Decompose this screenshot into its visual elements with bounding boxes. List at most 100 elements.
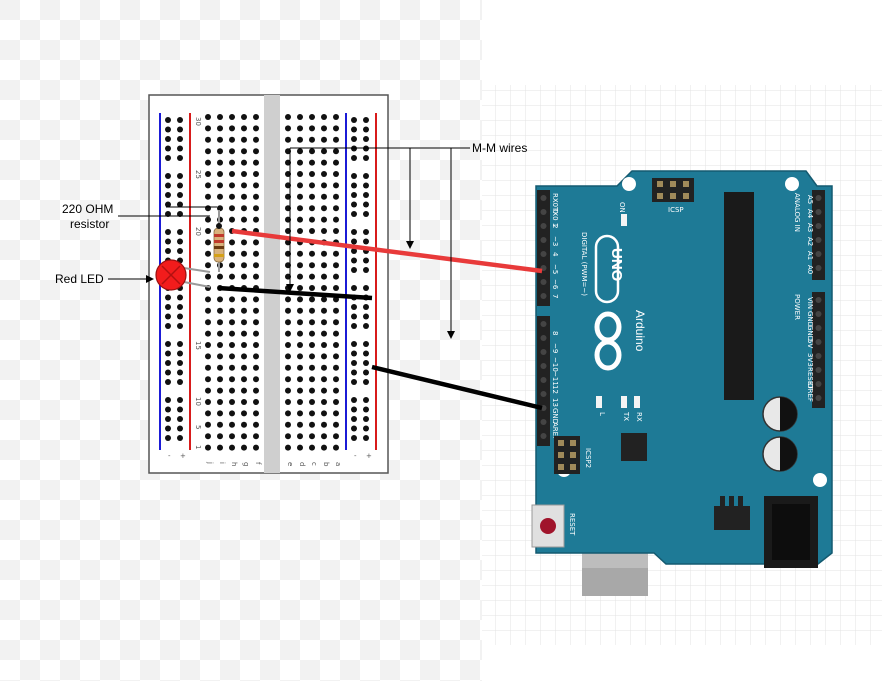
- breadboard-hole: [297, 376, 303, 383]
- breadboard-hole: [333, 307, 339, 314]
- breadboard-hole: [253, 410, 259, 417]
- col-letter-g: g: [242, 462, 250, 466]
- breadboard-hole: [309, 182, 315, 189]
- rail-hole: [165, 182, 171, 189]
- header-pin: [815, 237, 822, 243]
- breadboard-hole: [321, 444, 327, 451]
- rail-hole: [351, 435, 357, 441]
- on-label: ON: [618, 202, 626, 213]
- breadboard-hole: [241, 182, 247, 189]
- breadboard-hole: [229, 444, 235, 451]
- breadboard-hole: [285, 114, 291, 120]
- col-letter-c: c: [310, 462, 318, 466]
- rail-hole: [351, 323, 357, 329]
- header-pin: [815, 395, 822, 401]
- rail-hole: [351, 360, 357, 366]
- rail-hole: [165, 323, 171, 329]
- rail-hole: [177, 425, 183, 432]
- header-pin: [815, 209, 822, 215]
- rail-hole: [363, 416, 369, 422]
- breadboard-hole: [321, 307, 327, 314]
- analog-pin-label: A5: [806, 195, 814, 204]
- breadboard-hole: [297, 148, 303, 155]
- breadboard-hole: [333, 216, 339, 223]
- breadboard-hole: [229, 273, 235, 280]
- breadboard-hole: [205, 250, 211, 257]
- rail-hole: [177, 117, 183, 123]
- breadboard: 30 25 20 15 10 5 1 j i h g f e d c b a -…: [148, 94, 389, 474]
- rail-hole: [363, 313, 369, 320]
- breadboard-hole: [205, 433, 211, 440]
- header-pin: [540, 363, 547, 369]
- breadboard-hole: [205, 444, 211, 451]
- breadboard-hole: [229, 159, 235, 166]
- breadboard-hole: [333, 159, 339, 166]
- pin-label: 4: [551, 252, 559, 257]
- breadboard-hole: [241, 387, 247, 394]
- icsp-label: ICSP: [668, 206, 684, 214]
- rail-hole: [165, 416, 171, 422]
- row-number-10: 10: [194, 397, 202, 406]
- breadboard-hole: [205, 193, 211, 200]
- breadboard-hole: [297, 433, 303, 440]
- breadboard-hole: [285, 399, 291, 405]
- breadboard-hole: [321, 159, 327, 166]
- breadboard-hole: [285, 433, 291, 440]
- breadboard-hole: [309, 342, 315, 348]
- breadboard-hole: [229, 307, 235, 314]
- rail-hole: [363, 173, 369, 179]
- rail-hole: [351, 341, 357, 347]
- pin-label: ~10: [551, 357, 559, 372]
- breadboard-hole: [229, 421, 235, 428]
- rail-hole: [165, 248, 171, 254]
- rail-hole: [165, 350, 171, 357]
- rail-hole: [351, 416, 357, 422]
- reset-button-cap[interactable]: [540, 518, 556, 534]
- breadboard-hole: [309, 364, 315, 371]
- header-pin: [540, 349, 547, 355]
- breadboard-hole: [229, 250, 235, 257]
- rail-hole: [363, 323, 369, 329]
- rail-hole: [177, 360, 183, 366]
- breadboard-hole: [297, 410, 303, 417]
- breadboard-hole: [333, 205, 339, 212]
- rail-hole: [363, 192, 369, 198]
- header-pin: [815, 311, 822, 317]
- breadboard-hole: [241, 342, 247, 348]
- breadboard-hole: [253, 148, 259, 155]
- breadboard-hole: [333, 399, 339, 405]
- on-led: [621, 214, 627, 226]
- breadboard-hole: [321, 125, 327, 132]
- breadboard-hole: [229, 148, 235, 155]
- breadboard-hole: [321, 216, 327, 223]
- breadboard-hole: [297, 387, 303, 394]
- rail-hole: [351, 201, 357, 208]
- breadboard-hole: [205, 319, 211, 326]
- breadboard-hole: [309, 285, 315, 291]
- red-led-label: Red LED: [55, 272, 104, 286]
- rail-hole: [177, 406, 183, 413]
- breadboard-hole: [217, 319, 223, 326]
- row-number-25: 25: [194, 170, 202, 179]
- rail-hole: [363, 182, 369, 189]
- breadboard-hole: [205, 148, 211, 155]
- breadboard-hole: [285, 342, 291, 348]
- breadboard-hole: [253, 125, 259, 132]
- analog-power-header-pins: [815, 195, 822, 401]
- uno-text: UNO: [608, 248, 625, 282]
- breadboard-hole: [309, 193, 315, 200]
- breadboard-hole: [309, 410, 315, 417]
- rx-label: RX: [635, 412, 643, 422]
- breadboard-hole: [321, 148, 327, 155]
- rail-hole: [177, 136, 183, 142]
- mounting-hole: [785, 177, 799, 191]
- digital-header-top: [537, 190, 550, 306]
- breadboard-hole: [321, 433, 327, 440]
- breadboard-hole: [241, 136, 247, 143]
- breadboard-hole: [229, 364, 235, 371]
- row-number-30: 30: [194, 117, 202, 126]
- breadboard-hole: [205, 364, 211, 371]
- breadboard-hole: [297, 193, 303, 200]
- pin-label: 13: [551, 398, 559, 407]
- breadboard-hole: [285, 421, 291, 428]
